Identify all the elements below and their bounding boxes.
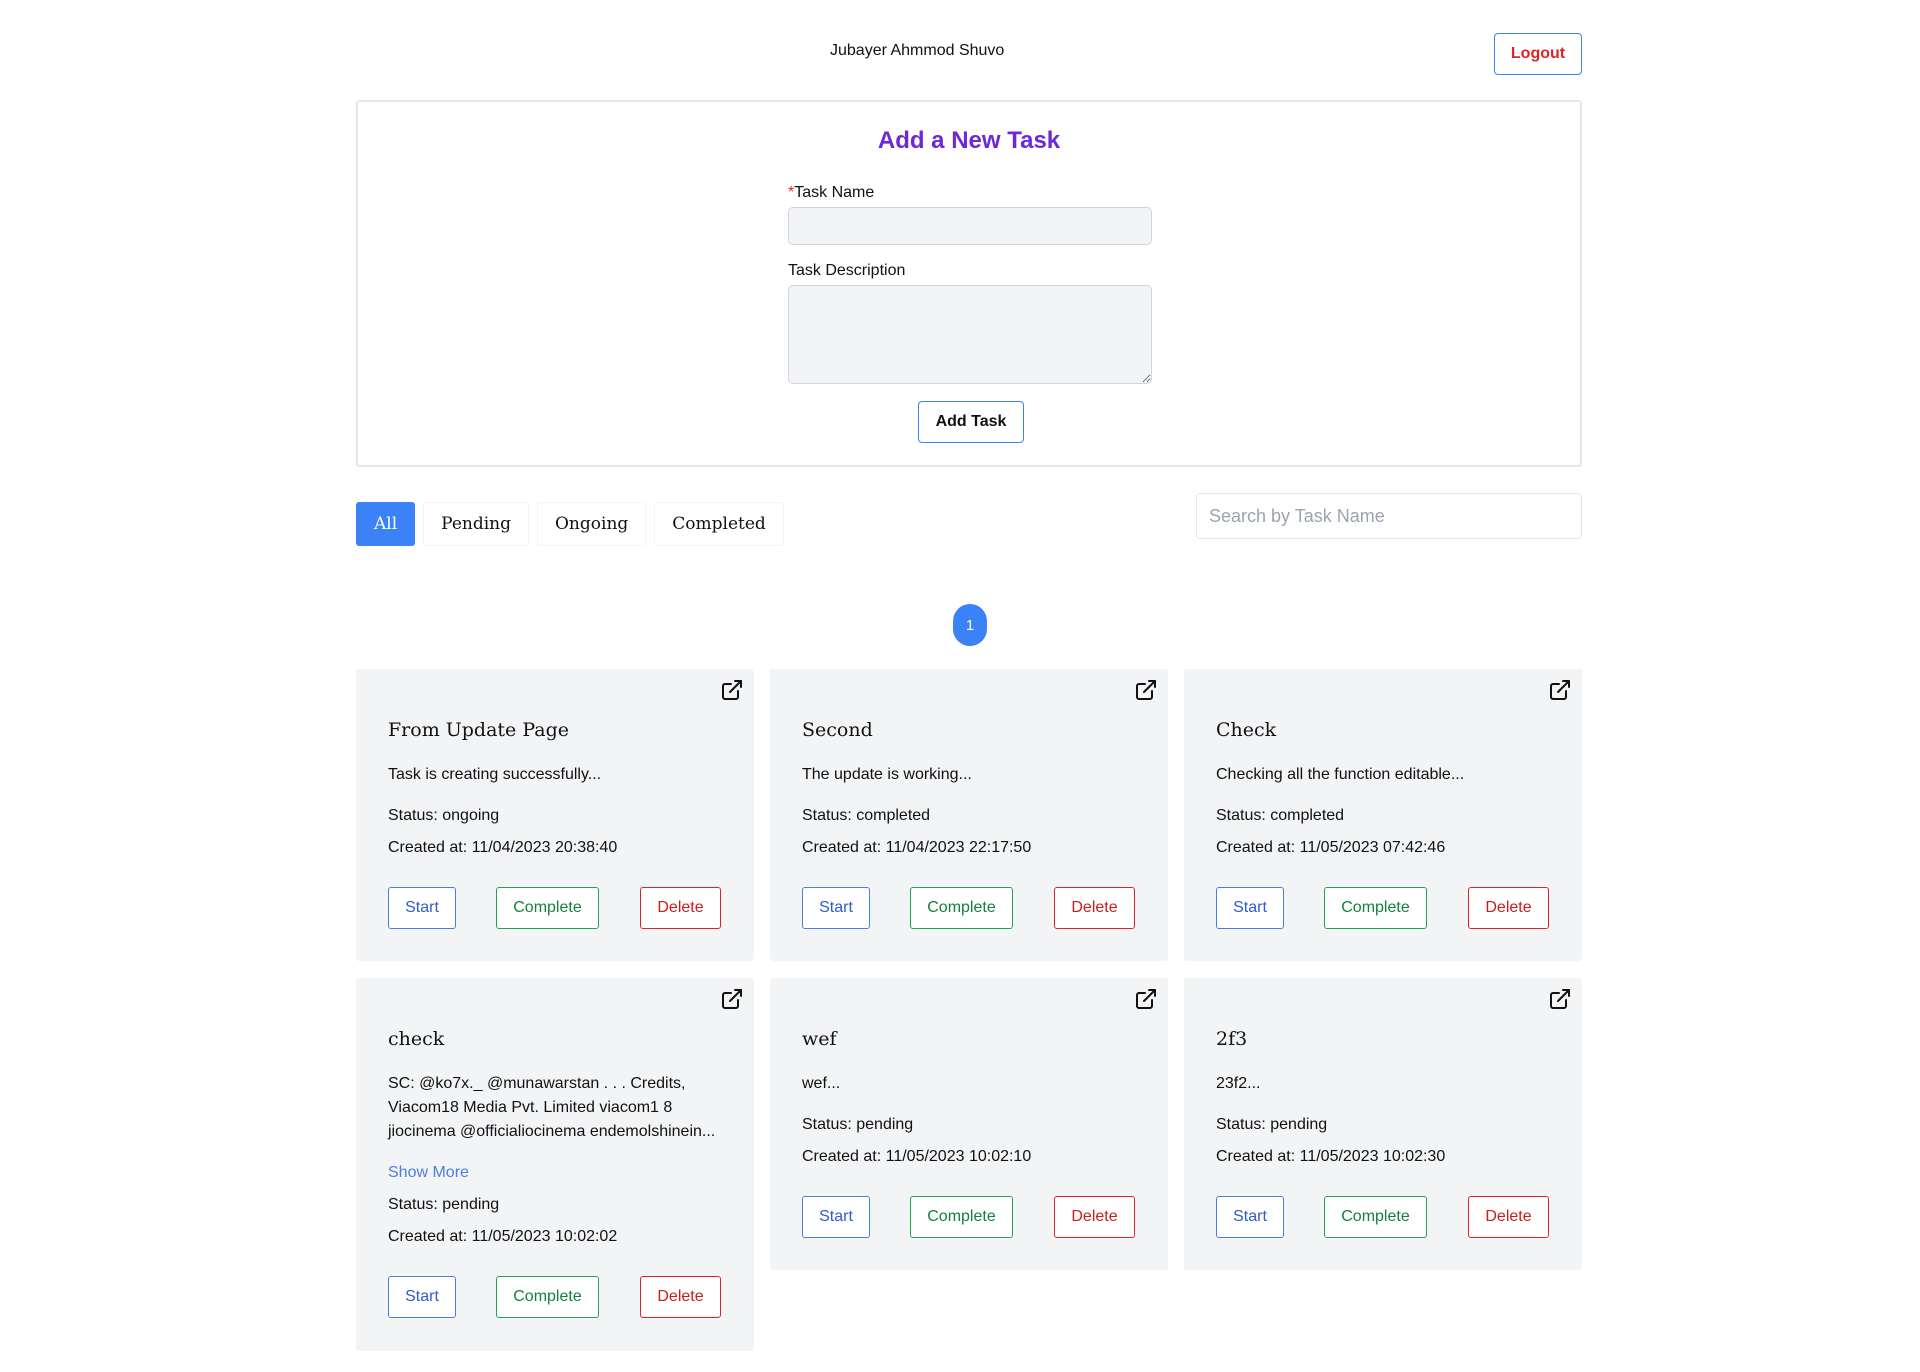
complete-button[interactable]: Complete [496,887,599,929]
task-description: SC: @ko7x._ @munawarstan . . . Credits, … [388,1075,716,1140]
delete-button[interactable]: Delete [640,887,721,929]
created-value: 11/05/2023 07:42:46 [1299,839,1446,856]
task-status: Status: pending [802,1116,913,1134]
task-name-input[interactable] [788,207,1152,245]
form-title: Add a New Task [877,127,1061,154]
created-value: 11/05/2023 10:02:02 [471,1228,618,1245]
created-value: 11/05/2023 10:02:30 [1299,1148,1446,1165]
task-card: Second The update is working... Status: … [770,669,1168,961]
task-card: Check Checking all the function editable… [1184,669,1582,961]
task-description-label: Task Description [788,262,906,279]
header: Jubayer Ahmmod Shuvo Logout [0,0,1920,100]
created-prefix: Created at: [388,1228,472,1245]
task-name-label-text: Task Name [794,184,875,201]
status-value: pending [856,1116,914,1133]
task-status: Status: completed [1216,807,1344,825]
status-value: ongoing [442,807,500,824]
delete-button[interactable]: Delete [1468,887,1549,929]
filter-tabs: All Pending Ongoing Completed [356,502,784,546]
complete-button[interactable]: Complete [1324,887,1427,929]
task-created-at: Created at: 11/05/2023 07:42:46 [1216,839,1445,857]
task-title: 2f3 [1216,1028,1248,1050]
created-value: 11/04/2023 20:38:40 [471,839,618,856]
task-description-input[interactable] [788,285,1152,384]
page-button-1[interactable]: 1 [953,604,987,646]
task-title: wef [802,1028,837,1050]
start-button[interactable]: Start [388,887,456,929]
logout-button[interactable]: Logout [1494,33,1582,75]
task-title: From Update Page [388,719,570,741]
search-input[interactable] [1196,493,1582,539]
task-title: Second [802,719,873,741]
complete-button[interactable]: Complete [496,1276,599,1318]
status-value: pending [1270,1116,1328,1133]
task-description: Task is creating successfully... [388,766,602,783]
created-value: 11/05/2023 10:02:10 [885,1148,1032,1165]
task-status: Status: pending [1216,1116,1327,1134]
complete-button[interactable]: Complete [1324,1196,1427,1238]
username: Jubayer Ahmmod Shuvo [830,42,1005,59]
complete-button[interactable]: Complete [910,887,1013,929]
status-prefix: Status: [802,807,857,824]
start-button[interactable]: Start [388,1276,456,1318]
delete-button[interactable]: Delete [640,1276,721,1318]
task-status: Status: completed [802,807,930,825]
filter-tab-all[interactable]: All [356,502,416,546]
created-prefix: Created at: [802,1148,886,1165]
status-prefix: Status: [388,807,443,824]
filter-tab-pending[interactable]: Pending [423,502,529,546]
task-created-at: Created at: 11/05/2023 10:02:30 [1216,1148,1445,1166]
task-title: Check [1216,719,1277,741]
created-prefix: Created at: [1216,1148,1300,1165]
task-description: The update is working... [802,766,972,783]
external-link-icon[interactable] [1548,987,1572,1011]
start-button[interactable]: Start [1216,887,1284,929]
task-description: wef... [802,1075,841,1092]
start-button[interactable]: Start [802,887,870,929]
status-value: completed [856,807,931,824]
task-description: 23f2... [1216,1075,1261,1092]
external-link-icon[interactable] [720,678,744,702]
task-created-at: Created at: 11/04/2023 22:17:50 [802,839,1031,857]
task-name-label: *Task Name [788,184,874,202]
start-button[interactable]: Start [1216,1196,1284,1238]
task-card: From Update Page Task is creating succes… [356,669,754,961]
task-created-at: Created at: 11/05/2023 10:02:02 [388,1228,617,1246]
created-prefix: Created at: [1216,839,1300,856]
status-prefix: Status: [1216,1116,1271,1133]
task-created-at: Created at: 11/05/2023 10:02:10 [802,1148,1031,1166]
status-prefix: Status: [802,1116,857,1133]
add-task-button[interactable]: Add Task [918,401,1024,443]
status-prefix: Status: [1216,807,1271,824]
delete-button[interactable]: Delete [1468,1196,1549,1238]
filter-tab-ongoing[interactable]: Ongoing [537,502,647,546]
external-link-icon[interactable] [1548,678,1572,702]
created-value: 11/04/2023 22:17:50 [885,839,1032,856]
external-link-icon[interactable] [720,987,744,1011]
task-card: check SC: @ko7x._ @munawarstan . . . Cre… [356,978,754,1351]
status-value: completed [1270,807,1345,824]
task-status: Status: ongoing [388,807,499,825]
external-link-icon[interactable] [1134,987,1158,1011]
task-card: 2f3 23f2... Status: pending Created at: … [1184,978,1582,1270]
task-status: Status: pending [388,1196,499,1214]
status-prefix: Status: [388,1196,443,1213]
task-description: Checking all the function editable... [1216,766,1465,783]
task-created-at: Created at: 11/04/2023 20:38:40 [388,839,617,857]
complete-button[interactable]: Complete [910,1196,1013,1238]
status-value: pending [442,1196,500,1213]
external-link-icon[interactable] [1134,678,1158,702]
task-title: check [388,1028,445,1050]
filter-tab-completed[interactable]: Completed [654,502,784,546]
add-task-form: Add a New Task *Task Name Task Descripti… [356,100,1582,467]
task-card: wef wef... Status: pending Created at: 1… [770,978,1168,1270]
created-prefix: Created at: [802,839,886,856]
start-button[interactable]: Start [802,1196,870,1238]
show-more-link[interactable]: Show More [388,1164,469,1182]
delete-button[interactable]: Delete [1054,887,1135,929]
created-prefix: Created at: [388,839,472,856]
delete-button[interactable]: Delete [1054,1196,1135,1238]
